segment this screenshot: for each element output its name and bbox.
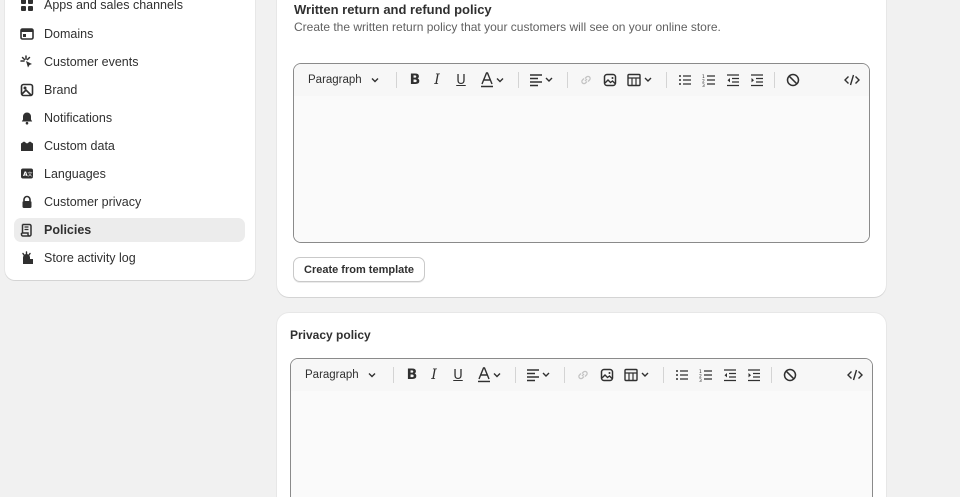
refund-policy-title: Written return and refund policy xyxy=(294,2,492,17)
text-color-icon[interactable] xyxy=(477,359,505,391)
format-select[interactable]: Paragraph xyxy=(308,64,380,96)
refund-policy-description: Create the written return policy that yo… xyxy=(294,20,721,34)
sidebar-item-notifications[interactable]: Notifications xyxy=(14,106,245,130)
table-icon[interactable] xyxy=(627,64,657,96)
underline-icon[interactable]: U xyxy=(451,359,465,391)
domains-icon xyxy=(20,27,34,41)
sidebar-item-label: Languages xyxy=(44,167,106,181)
editor-toolbar: Paragraph B I U 123 xyxy=(294,64,869,96)
editor-toolbar: Paragraph B I U 123 xyxy=(291,359,872,391)
bold-icon[interactable]: B xyxy=(407,64,423,96)
sidebar-item-domains[interactable]: Domains xyxy=(14,22,245,46)
sidebar-item-label: Apps and sales channels xyxy=(44,0,183,12)
settings-sidebar: Apps and sales channels Domains Customer… xyxy=(5,0,255,280)
apps-icon xyxy=(20,0,34,12)
custom-data-icon xyxy=(20,139,34,153)
text-color-icon[interactable] xyxy=(480,64,508,96)
chevron-down-icon xyxy=(368,373,376,378)
refund-policy-editor: Paragraph B I U 123 xyxy=(293,63,870,243)
code-view-icon[interactable] xyxy=(843,64,861,96)
bullet-list-icon[interactable] xyxy=(677,64,693,96)
sidebar-item-label: Brand xyxy=(44,83,78,97)
table-icon[interactable] xyxy=(624,359,654,391)
format-select-label: Paragraph xyxy=(305,369,359,381)
sidebar-item-custom-data[interactable]: Custom data xyxy=(14,134,245,158)
underline-icon[interactable]: U xyxy=(454,64,468,96)
svg-text:3: 3 xyxy=(702,83,705,87)
bullet-list-icon[interactable] xyxy=(674,359,690,391)
editor-content-area[interactable] xyxy=(294,96,869,242)
privacy-policy-editor: Paragraph B I U 123 xyxy=(290,358,873,497)
italic-icon[interactable]: I xyxy=(430,64,444,96)
chevron-down-icon xyxy=(371,78,379,83)
format-select-label: Paragraph xyxy=(308,74,362,86)
sidebar-item-label: Customer privacy xyxy=(44,195,142,209)
sidebar-item-policies[interactable]: Policies xyxy=(14,218,245,242)
image-icon[interactable] xyxy=(599,359,615,391)
sidebar-item-label: Policies xyxy=(44,223,92,237)
align-icon[interactable] xyxy=(526,359,554,391)
sidebar-item-brand[interactable]: Brand xyxy=(14,78,245,102)
bell-icon xyxy=(20,111,34,125)
clear-formatting-icon[interactable] xyxy=(782,359,798,391)
code-view-icon[interactable] xyxy=(846,359,864,391)
editor-content-area[interactable] xyxy=(291,391,872,497)
numbered-list-icon[interactable]: 123 xyxy=(698,359,714,391)
sidebar-item-customer-events[interactable]: Customer events xyxy=(14,50,245,74)
outdent-icon[interactable] xyxy=(725,64,741,96)
sidebar-item-store-activity-log[interactable]: Store activity log xyxy=(14,246,245,270)
format-select[interactable]: Paragraph xyxy=(305,359,377,391)
brand-icon xyxy=(20,83,34,97)
indent-icon[interactable] xyxy=(746,359,762,391)
policies-icon xyxy=(20,223,34,237)
create-from-template-button[interactable]: Create from template xyxy=(293,257,426,282)
svg-text:3: 3 xyxy=(699,378,702,382)
bold-icon[interactable]: B xyxy=(404,359,420,391)
link-icon[interactable] xyxy=(578,64,594,96)
numbered-list-icon[interactable]: 123 xyxy=(701,64,717,96)
link-icon[interactable] xyxy=(575,359,591,391)
sidebar-item-label: Custom data xyxy=(44,139,115,153)
svg-text:文: 文 xyxy=(28,171,33,178)
sidebar-item-label: Domains xyxy=(44,27,94,41)
customer-events-icon xyxy=(20,55,34,69)
sidebar-item-languages[interactable]: A文 Languages xyxy=(14,162,245,186)
sidebar-item-label: Customer events xyxy=(44,55,139,69)
align-icon[interactable] xyxy=(529,64,557,96)
image-icon[interactable] xyxy=(602,64,618,96)
sidebar-item-apps-and-sales-channels[interactable]: Apps and sales channels xyxy=(14,0,245,17)
indent-icon[interactable] xyxy=(749,64,765,96)
lock-icon xyxy=(20,195,34,209)
outdent-icon[interactable] xyxy=(722,359,738,391)
activity-log-icon xyxy=(20,251,34,265)
languages-icon: A文 xyxy=(20,167,34,181)
italic-icon[interactable]: I xyxy=(427,359,441,391)
sidebar-item-label: Store activity log xyxy=(44,251,136,265)
sidebar-item-customer-privacy[interactable]: Customer privacy xyxy=(14,190,245,214)
sidebar-item-label: Notifications xyxy=(44,111,113,125)
privacy-policy-title: Privacy policy xyxy=(290,328,371,342)
clear-formatting-icon[interactable] xyxy=(785,64,801,96)
